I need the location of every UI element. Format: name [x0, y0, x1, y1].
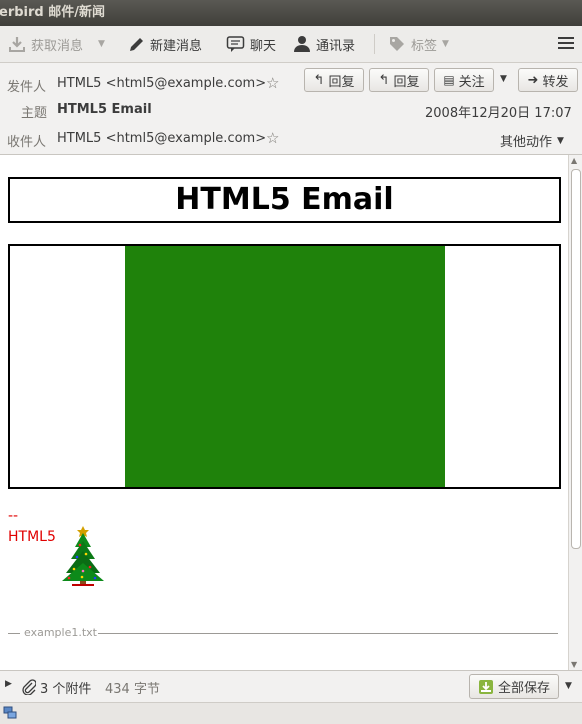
chevron-down-icon[interactable]: ▼: [565, 681, 572, 691]
follow-label: 关注: [458, 74, 485, 90]
reply-arrow-icon: ↰: [313, 72, 325, 88]
tags-label: 标签: [411, 38, 438, 54]
date-value: 2008年12月20日 17:07: [425, 106, 572, 121]
from-value[interactable]: HTML5 <html5@example.com>: [57, 76, 266, 91]
new-message-label: 新建消息: [150, 38, 203, 54]
christmas-tree-icon: [62, 526, 104, 586]
scrollbar-thumb[interactable]: [571, 169, 581, 549]
forward-label: 转发: [542, 74, 569, 90]
green-rectangle: [125, 246, 445, 487]
follow-button[interactable]: ▤ 关注: [434, 68, 494, 92]
scroll-down-icon[interactable]: ▼: [571, 660, 577, 669]
signature-name: HTML5: [8, 529, 56, 545]
email-heading: HTML5 Email: [8, 177, 561, 223]
reply-all-button[interactable]: ↰ 回复: [369, 68, 429, 92]
to-value[interactable]: HTML5 <html5@example.com>: [57, 131, 266, 146]
other-actions-label: 其他动作: [500, 135, 553, 150]
subject-value: HTML5 Email: [57, 102, 152, 117]
list-icon: ▤: [443, 73, 455, 87]
chevron-down-icon: ▼: [557, 135, 564, 146]
attachment-count[interactable]: 3 个附件: [40, 678, 91, 697]
attachment-bar: ▶ 3 个附件 434 字节 全部保存 ▼: [0, 670, 582, 703]
to-label: 收件人: [7, 135, 47, 150]
reply-all-label: 回复: [393, 74, 420, 90]
attachment-size: 434 字节: [105, 682, 160, 697]
reply-button[interactable]: ↰ 回复: [304, 68, 364, 92]
star-icon[interactable]: ☆: [266, 74, 279, 92]
message-body: HTML5 Email -- HTML5 example1.txt: [0, 155, 568, 670]
scroll-up-icon[interactable]: ▲: [571, 156, 577, 165]
paperclip-icon: [22, 679, 36, 695]
get-messages-button[interactable]: 获取消息 ▼: [8, 26, 105, 62]
address-book-button[interactable]: 通讯录: [293, 26, 355, 62]
toolbar-separator: [374, 34, 375, 54]
tags-button[interactable]: 标签 ▼: [388, 26, 449, 62]
new-message-button[interactable]: 新建消息: [128, 26, 202, 62]
chevron-down-icon[interactable]: ▼: [500, 74, 507, 84]
subject-label: 主题: [21, 106, 48, 121]
download-icon: [9, 37, 25, 52]
signature-separator: --: [8, 508, 19, 524]
inline-attachment-divider: example1.txt: [8, 626, 558, 640]
get-messages-label: 获取消息: [31, 38, 84, 54]
email-canvas: [8, 244, 561, 489]
save-all-label: 全部保存: [497, 681, 550, 696]
reply-arrow-icon: ↰: [378, 72, 390, 88]
inline-attachment-name: example1.txt: [22, 626, 99, 639]
message-scrollbar[interactable]: ▲ ▼: [568, 155, 582, 670]
star-icon[interactable]: ☆: [266, 129, 279, 147]
app-menu-button[interactable]: [558, 37, 574, 52]
pencil-icon: [130, 37, 143, 51]
save-download-icon: [478, 679, 493, 694]
online-status-icon[interactable]: [3, 706, 17, 720]
chat-button[interactable]: 聊天: [226, 26, 276, 62]
chevron-down-icon: ▼: [442, 39, 449, 49]
forward-arrow-icon: ➜: [527, 72, 539, 88]
contact-person-icon: [294, 36, 310, 52]
address-book-label: 通讯录: [316, 38, 356, 54]
expand-triangle-icon[interactable]: ▶: [5, 679, 12, 689]
save-all-button[interactable]: 全部保存: [469, 674, 559, 699]
chat-bubble-icon: [226, 36, 245, 52]
forward-button[interactable]: ➜ 转发: [518, 68, 578, 92]
main-toolbar: 获取消息 ▼ 新建消息 聊天 通讯录 标签 ▼: [0, 26, 582, 63]
from-label: 发件人: [7, 80, 47, 95]
status-bar: [0, 702, 582, 724]
tag-icon: [390, 37, 404, 51]
chevron-down-icon[interactable]: ▼: [98, 39, 105, 49]
reply-label: 回复: [328, 74, 355, 90]
window-title: erbird 邮件/新闻: [0, 5, 105, 20]
message-header: 发件人 HTML5 <html5@example.com> ☆ ↰ 回复 ↰ 回…: [0, 63, 582, 155]
window-titlebar: erbird 邮件/新闻: [0, 0, 582, 26]
chat-label: 聊天: [250, 38, 277, 54]
other-actions-button[interactable]: 其他动作 ▼: [500, 131, 564, 150]
